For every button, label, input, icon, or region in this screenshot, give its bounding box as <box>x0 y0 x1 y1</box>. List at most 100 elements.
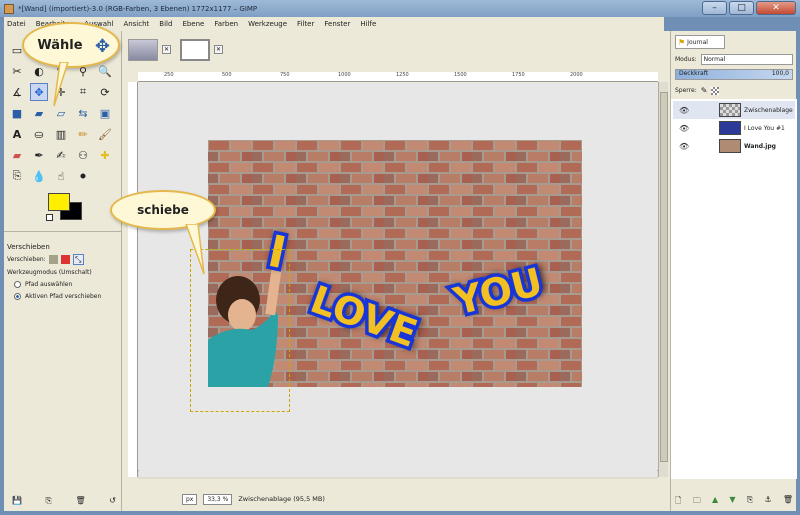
window-controls: – □ ✕ <box>700 1 796 15</box>
image-viewport[interactable]: I LOVE YOU I LOVE YOU <box>139 83 657 477</box>
mode-label: Modus: <box>675 56 697 63</box>
save-options-icon[interactable]: 💾 <box>12 496 22 506</box>
horizontal-ruler[interactable]: 250 500 750 1000 1250 1500 1750 2000 <box>138 72 658 82</box>
menu-ansicht[interactable]: Ansicht <box>123 20 149 28</box>
foreground-color-swatch[interactable] <box>48 193 70 211</box>
layer-mode-icon[interactable] <box>48 255 58 264</box>
maximize-button[interactable]: □ <box>729 1 754 15</box>
menu-ebene[interactable]: Ebene <box>182 20 204 28</box>
layer-row[interactable]: 👁 I Love You #1 <box>673 119 795 137</box>
opacity-slider[interactable]: Deckkraft 100,0 <box>675 69 793 80</box>
ruler-tick: 1000 <box>338 72 351 78</box>
measure-icon[interactable]: ∡ <box>8 83 26 101</box>
scale-icon[interactable]: ■ <box>8 104 26 122</box>
cage-icon[interactable]: ▣ <box>96 104 114 122</box>
layer-thumbnail <box>719 139 741 153</box>
menu-filter[interactable]: Filter <box>297 20 314 28</box>
paintbrush-icon[interactable]: 🖌 <box>96 125 114 143</box>
clone-icon[interactable]: ⚇ <box>74 146 92 164</box>
unit-select[interactable]: px <box>182 493 198 505</box>
status-bar: px 33,3 % Zwischenablage (95,5 MB) <box>122 487 670 511</box>
minimize-button[interactable]: – <box>702 1 727 15</box>
blur-icon[interactable]: 💧 <box>30 167 48 185</box>
lock-alpha-icon[interactable] <box>711 86 720 95</box>
scissors-icon[interactable]: ✂ <box>8 62 26 80</box>
ruler-tick: 500 <box>222 72 232 78</box>
bucket-fill-icon[interactable]: ⛀ <box>30 125 48 143</box>
duplicate-layer-icon[interactable]: ⎘ <box>747 495 753 509</box>
move-tool-icon[interactable]: ✥ <box>30 83 48 101</box>
new-layer-icon[interactable]: 🗋 <box>675 495 681 509</box>
callout-move-text: schiebe <box>137 203 189 217</box>
lock-label: Sperre: <box>675 87 697 94</box>
ruler-tick: 2000 <box>570 72 583 78</box>
option-path-select[interactable]: Pfad auswählen <box>14 281 72 288</box>
opacity-value: 100,0 <box>771 70 789 77</box>
radio-path-select[interactable] <box>14 281 21 288</box>
ruler-tick: 750 <box>280 72 290 78</box>
delete-layer-icon[interactable]: 🗑 <box>783 495 793 509</box>
callout-move-pointer <box>185 224 205 275</box>
layer-name: I Love You #1 <box>744 124 785 132</box>
dock-tab[interactable]: ⚑ Journal <box>675 35 725 49</box>
dodge-burn-icon[interactable]: ⚫ <box>74 167 92 185</box>
eraser-icon[interactable]: ▰ <box>8 146 26 164</box>
zoom-select[interactable]: 33,3 % <box>203 493 233 505</box>
blend-icon[interactable]: ▥ <box>52 125 70 143</box>
callout-choose-text: Wähle <box>37 37 83 53</box>
shear-icon[interactable]: ▰ <box>30 104 48 122</box>
tool-options-title: Verschieben <box>7 243 50 251</box>
menu-datei[interactable]: Datei <box>7 20 26 28</box>
perspective-clone-icon[interactable]: ⎘ <box>8 167 26 185</box>
mode-select[interactable]: Normal <box>700 54 793 65</box>
image-tab-thumbnail-1[interactable] <box>128 39 158 61</box>
image-tab-thumbnail-2[interactable] <box>180 39 210 61</box>
reset-colors-icon[interactable] <box>46 214 53 221</box>
opacity-label: Deckkraft <box>679 70 709 77</box>
text-icon[interactable]: A <box>8 125 26 143</box>
menu-werkzeuge[interactable]: Werkzeuge <box>248 20 287 28</box>
menu-bild[interactable]: Bild <box>159 20 172 28</box>
layer-row[interactable]: 👁 Wand.jpg <box>673 137 795 155</box>
menu-hilfe[interactable]: Hilfe <box>360 20 376 28</box>
vertical-scrollbar[interactable] <box>658 82 668 477</box>
vertical-scroll-thumb[interactable] <box>660 92 668 462</box>
layer-row[interactable]: 👁 Zwischenablage <box>673 101 795 119</box>
raise-layer-icon[interactable]: ▲ <box>712 495 718 509</box>
airbrush-icon[interactable]: ✒ <box>30 146 48 164</box>
reset-options-icon[interactable]: ↺ <box>109 496 116 506</box>
vertical-ruler[interactable] <box>128 82 138 477</box>
tab-close-icon[interactable]: ✕ <box>214 45 223 54</box>
smudge-icon[interactable]: ☝ <box>52 167 70 185</box>
ink-icon[interactable]: ✍ <box>52 146 70 164</box>
heal-icon[interactable]: ✚ <box>96 146 114 164</box>
option-path-select-label: Pfad auswählen <box>25 281 73 288</box>
menu-fenster[interactable]: Fenster <box>324 20 350 28</box>
new-group-icon[interactable]: 🗀 <box>693 495 701 509</box>
visibility-eye-icon[interactable]: 👁 <box>679 106 689 115</box>
restore-options-icon[interactable]: ⎘ <box>46 496 52 506</box>
move-label: Verschieben: <box>7 256 46 263</box>
layer-name: Wand.jpg <box>744 142 776 150</box>
layer-name: Zwischenablage <box>744 106 793 114</box>
tab-close-icon[interactable]: ✕ <box>162 45 171 54</box>
layers-dock: ⚑ Journal Modus: Normal Deckkraft 100,0 … <box>670 31 797 511</box>
visibility-eye-icon[interactable]: 👁 <box>679 142 689 151</box>
pencil-icon[interactable]: ✏ <box>74 125 92 143</box>
anchor-layer-icon[interactable]: ⚓ <box>764 495 771 509</box>
menu-farben[interactable]: Farben <box>214 20 238 28</box>
close-button[interactable]: ✕ <box>756 1 796 15</box>
delete-options-icon[interactable]: 🗑 <box>76 496 86 506</box>
radio-move-active-path[interactable] <box>14 293 21 300</box>
lower-layer-icon[interactable]: ▼ <box>729 495 735 509</box>
selection-mode-icon[interactable] <box>60 255 70 264</box>
rotate-icon[interactable]: ⟳ <box>96 83 114 101</box>
options-divider <box>4 231 122 232</box>
visibility-eye-icon[interactable]: 👁 <box>679 124 689 133</box>
move-target-row: Verschieben: ⤡ <box>7 254 84 265</box>
path-mode-icon[interactable]: ⤡ <box>72 254 84 265</box>
lock-pixels-icon[interactable]: ✎ <box>701 86 708 95</box>
zoom-icon[interactable]: 🔍 <box>96 62 114 80</box>
option-move-active-path-label: Aktiven Pfad verschieben <box>25 293 102 300</box>
option-move-active-path[interactable]: Aktiven Pfad verschieben <box>14 293 101 300</box>
